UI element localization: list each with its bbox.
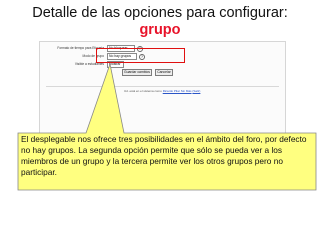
callout-bubble <box>17 62 317 191</box>
callout-text: El desplegable nos ofrece tres posibilid… <box>21 134 307 177</box>
